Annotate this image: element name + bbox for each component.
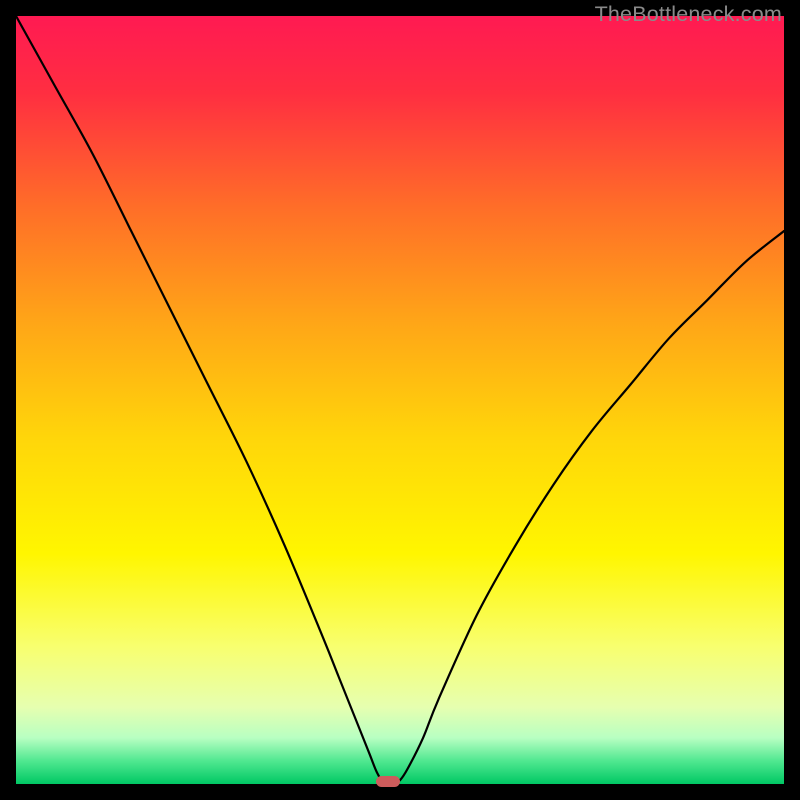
chart-frame: TheBottleneck.com bbox=[0, 0, 800, 800]
plot-area bbox=[16, 16, 784, 784]
bottleneck-curve bbox=[16, 16, 784, 784]
optimal-marker bbox=[376, 776, 400, 787]
watermark-text: TheBottleneck.com bbox=[595, 2, 782, 27]
